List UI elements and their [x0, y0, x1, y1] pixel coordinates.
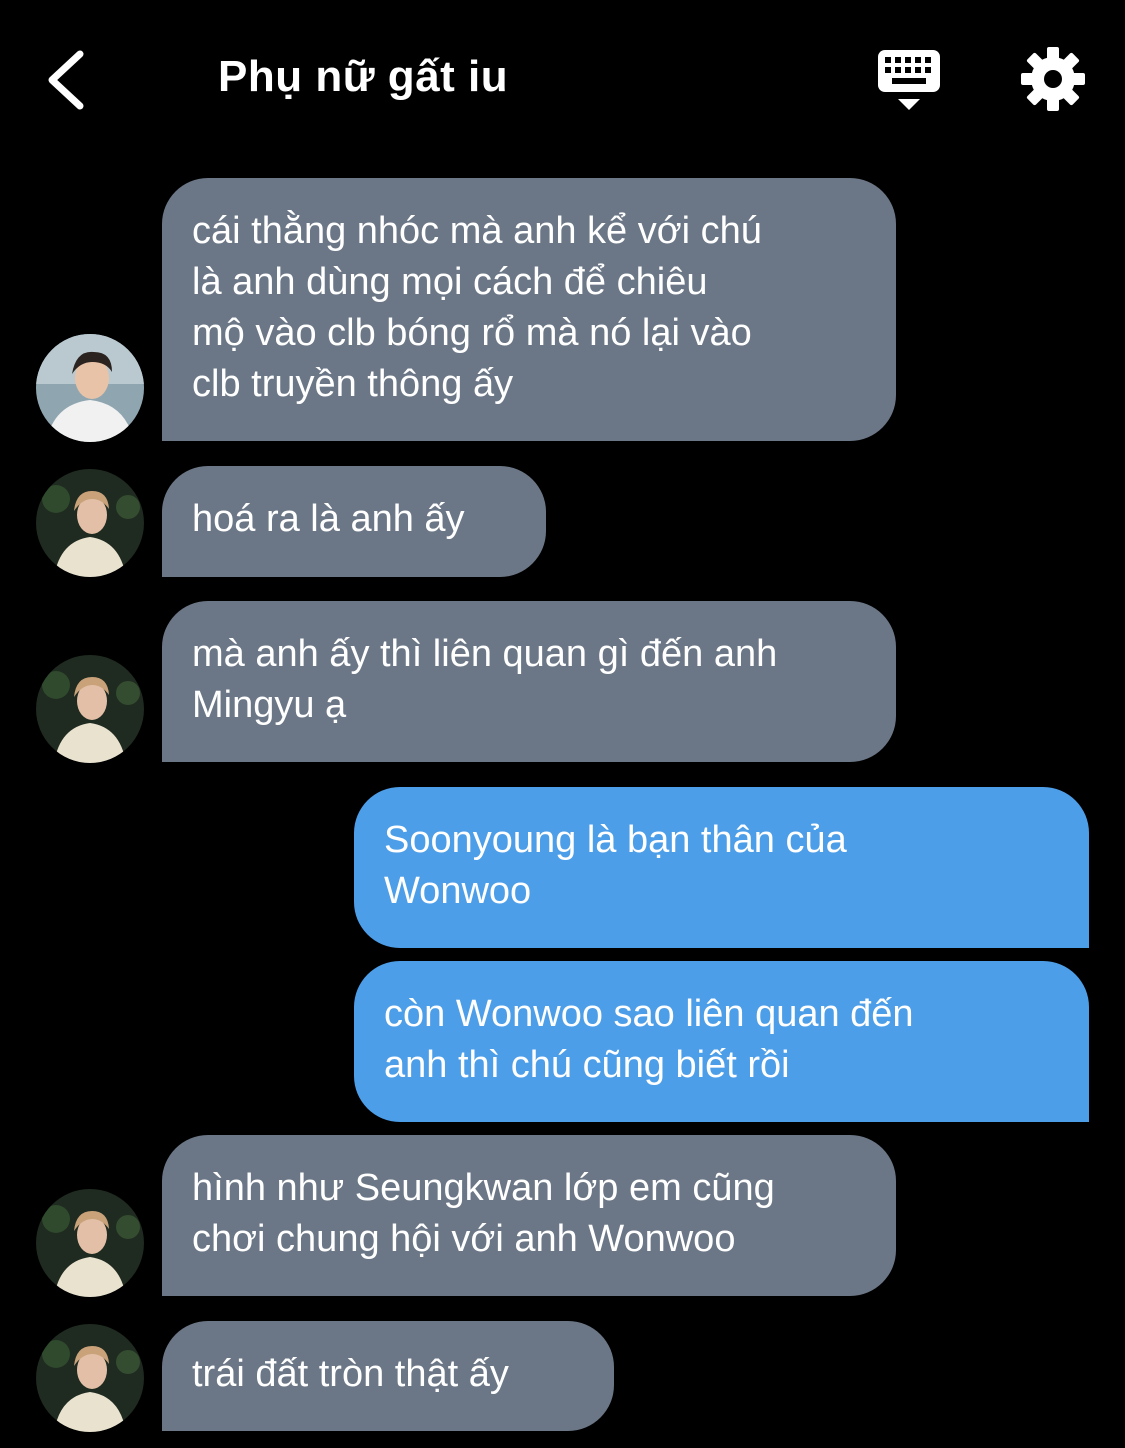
message-bubble-received[interactable]: mà anh ấy thì liên quan gì đến anh Mingy…: [162, 601, 896, 762]
settings-button[interactable]: [1018, 44, 1088, 114]
keyboard-button[interactable]: [874, 46, 944, 116]
message-bubble-received[interactable]: hình như Seungkwan lớp em cũng chơi chun…: [162, 1135, 896, 1296]
keyboard-hide-icon: [878, 50, 940, 110]
avatar[interactable]: [36, 1189, 144, 1297]
message-bubble-sent[interactable]: còn Wonwoo sao liên quan đến anh thì chú…: [354, 961, 1089, 1122]
avatar[interactable]: [36, 1324, 144, 1432]
chat-title: Phụ nữ gất iu: [218, 52, 509, 101]
chat-header: Phụ nữ gất iu: [0, 0, 1125, 150]
avatar-jacket-image: [36, 1324, 144, 1432]
avatar-jacket-image: [36, 469, 144, 577]
message-bubble-sent[interactable]: Soonyoung là bạn thân của Wonwoo: [354, 787, 1089, 948]
message-bubble-received[interactable]: hoá ra là anh ấy: [162, 466, 546, 577]
avatar[interactable]: [36, 334, 144, 442]
avatar-jacket-image: [36, 1189, 144, 1297]
gear-icon: [1021, 47, 1085, 111]
message-bubble-received[interactable]: trái đất tròn thật ấy: [162, 1321, 614, 1431]
back-button[interactable]: [40, 44, 100, 114]
avatar-white-shirt-image: [36, 334, 144, 442]
avatar-jacket-image: [36, 655, 144, 763]
avatar[interactable]: [36, 655, 144, 763]
message-bubble-received[interactable]: cái thằng nhóc mà anh kể với chú là anh …: [162, 178, 896, 441]
avatar[interactable]: [36, 469, 144, 577]
chevron-left-icon: [48, 50, 84, 110]
